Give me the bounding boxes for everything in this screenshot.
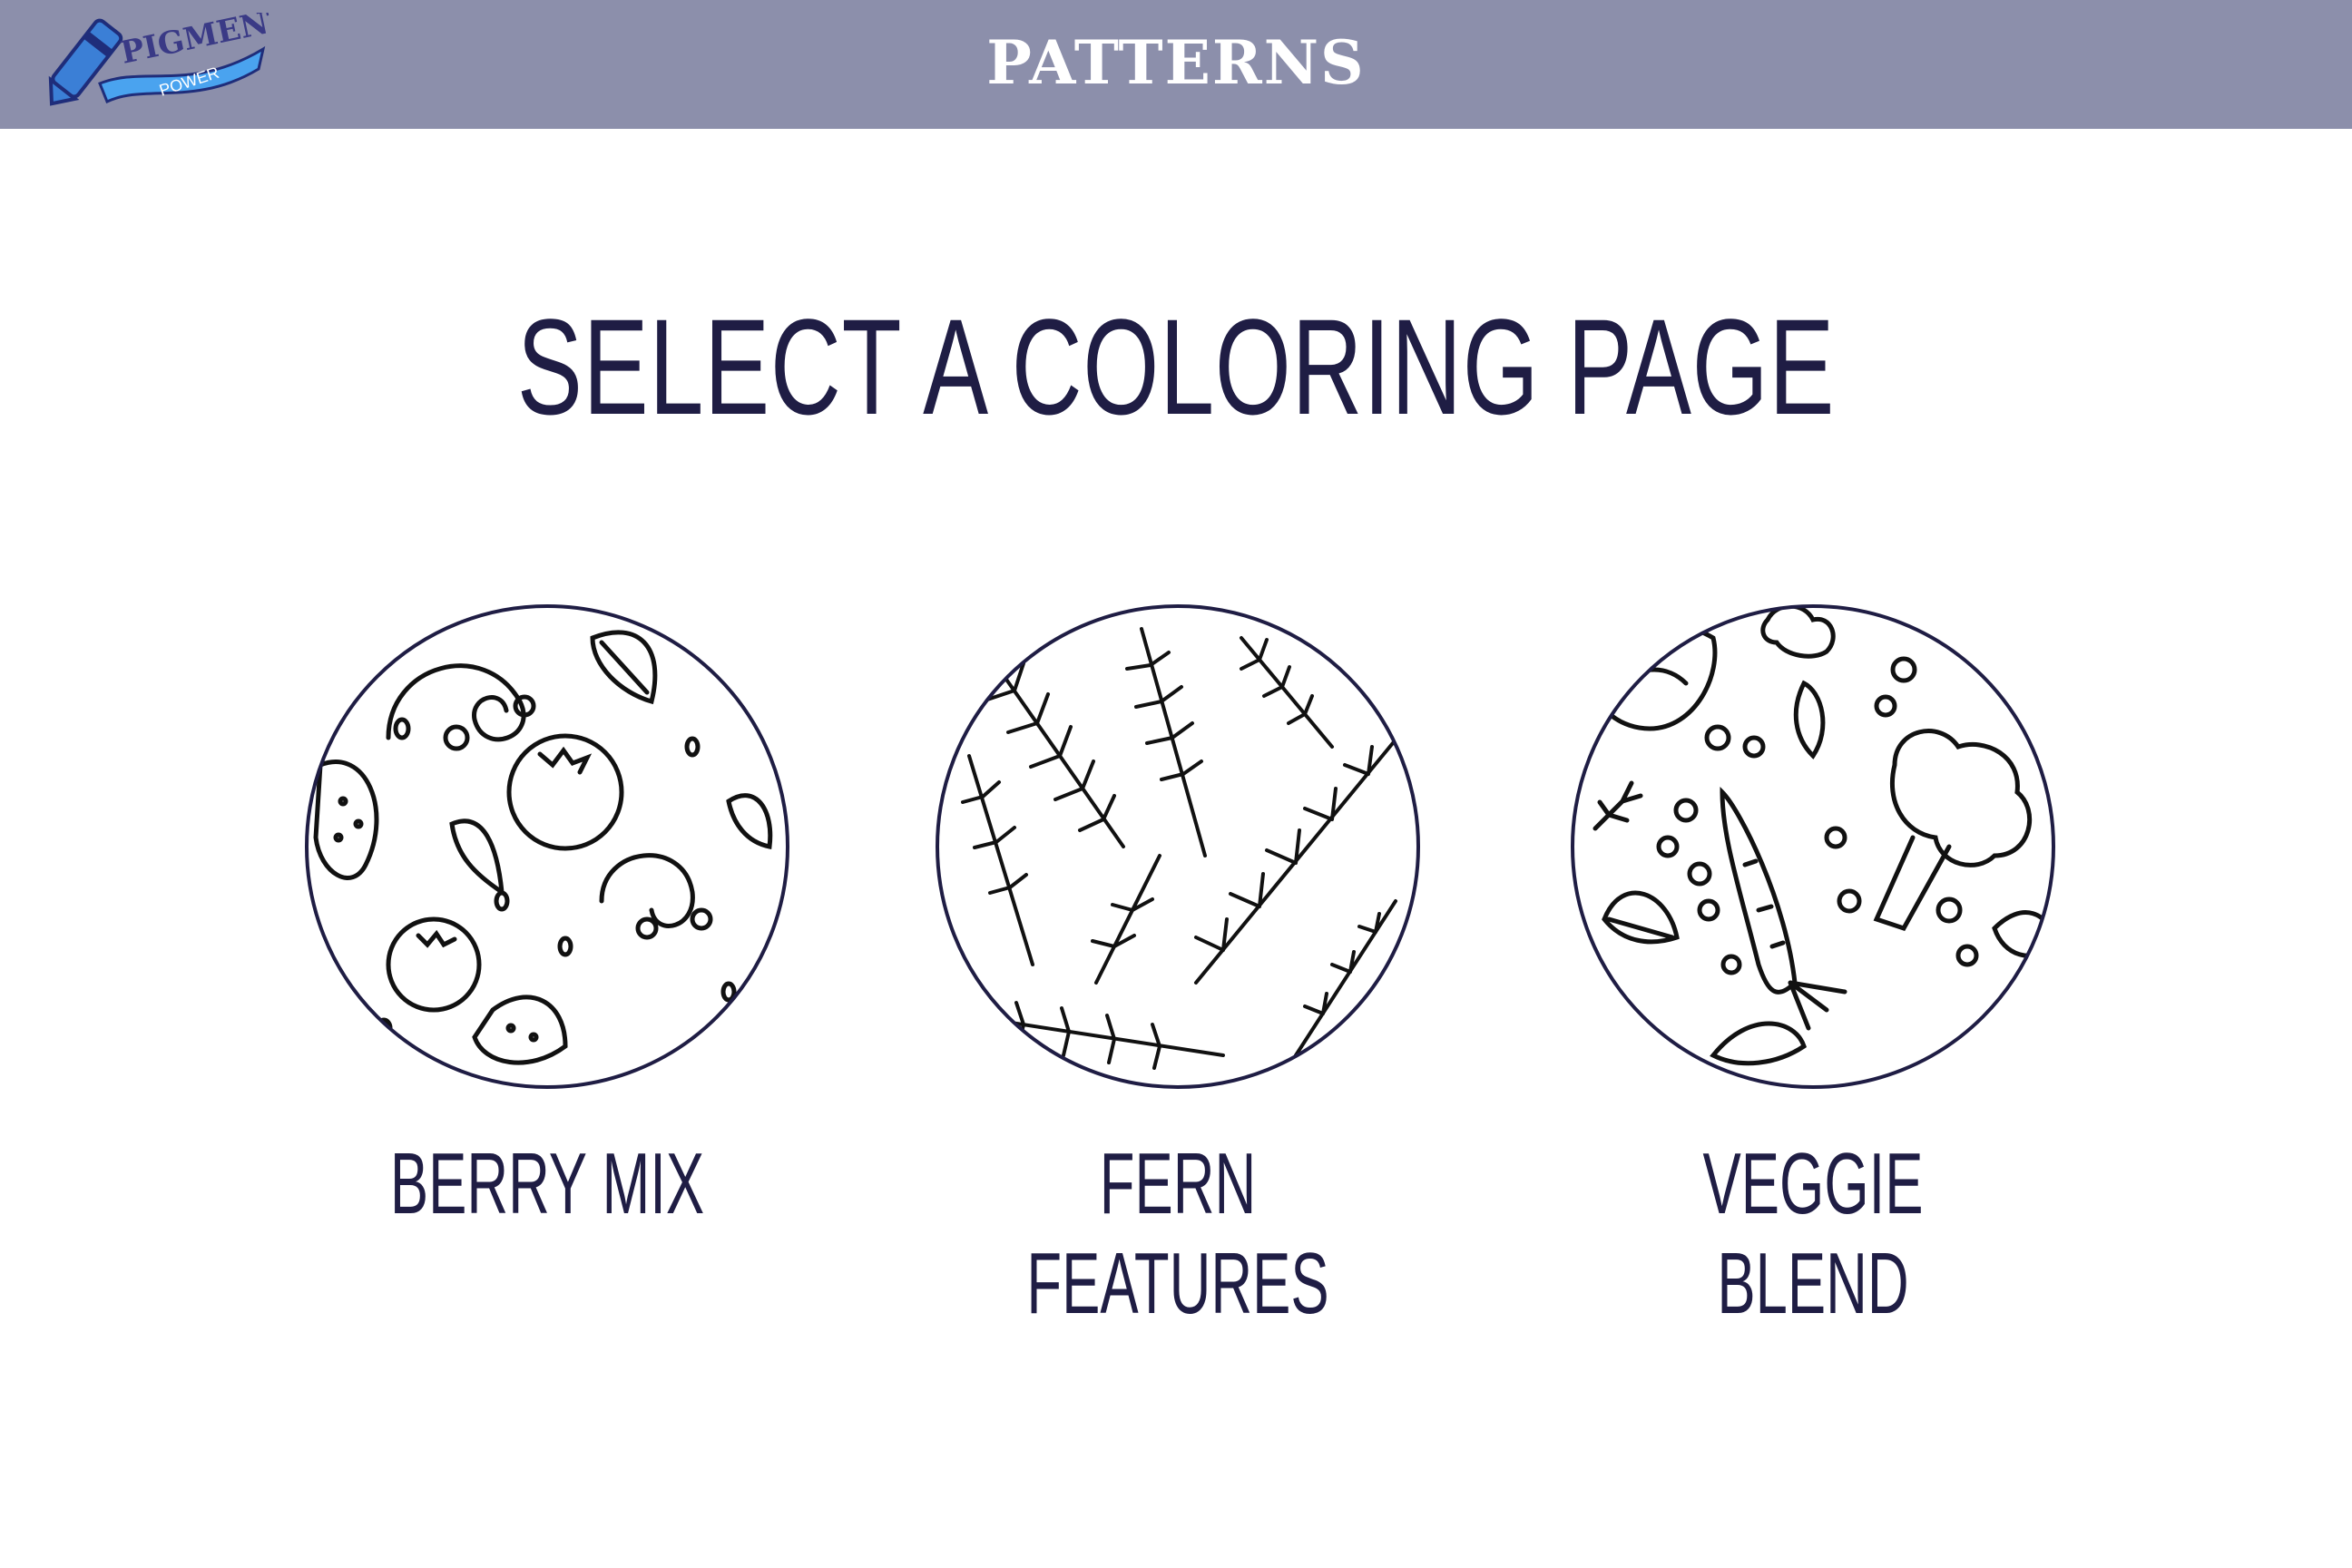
fern-features-label[interactable]: FERN FEATURES xyxy=(992,1134,1363,1334)
berry-mix-card[interactable] xyxy=(302,602,792,1092)
select-heading: SELECT A COLORING PAGE xyxy=(516,290,1836,443)
veggie-pattern-icon xyxy=(1571,604,2055,1089)
berry-mix-label[interactable]: BERRY MIX xyxy=(361,1134,732,1234)
berry-pattern-icon xyxy=(305,604,789,1089)
veggie-blend-label[interactable]: VEGGIE BLEND xyxy=(1627,1134,1998,1334)
veggie-blend-card[interactable] xyxy=(1568,602,2058,1092)
fern-pattern-icon xyxy=(936,604,1420,1089)
page-title: PATTERNS xyxy=(986,27,1366,98)
fern-features-card[interactable] xyxy=(933,602,1423,1092)
top-bar: PIGMENT POWER PATTERNS xyxy=(0,0,2352,129)
